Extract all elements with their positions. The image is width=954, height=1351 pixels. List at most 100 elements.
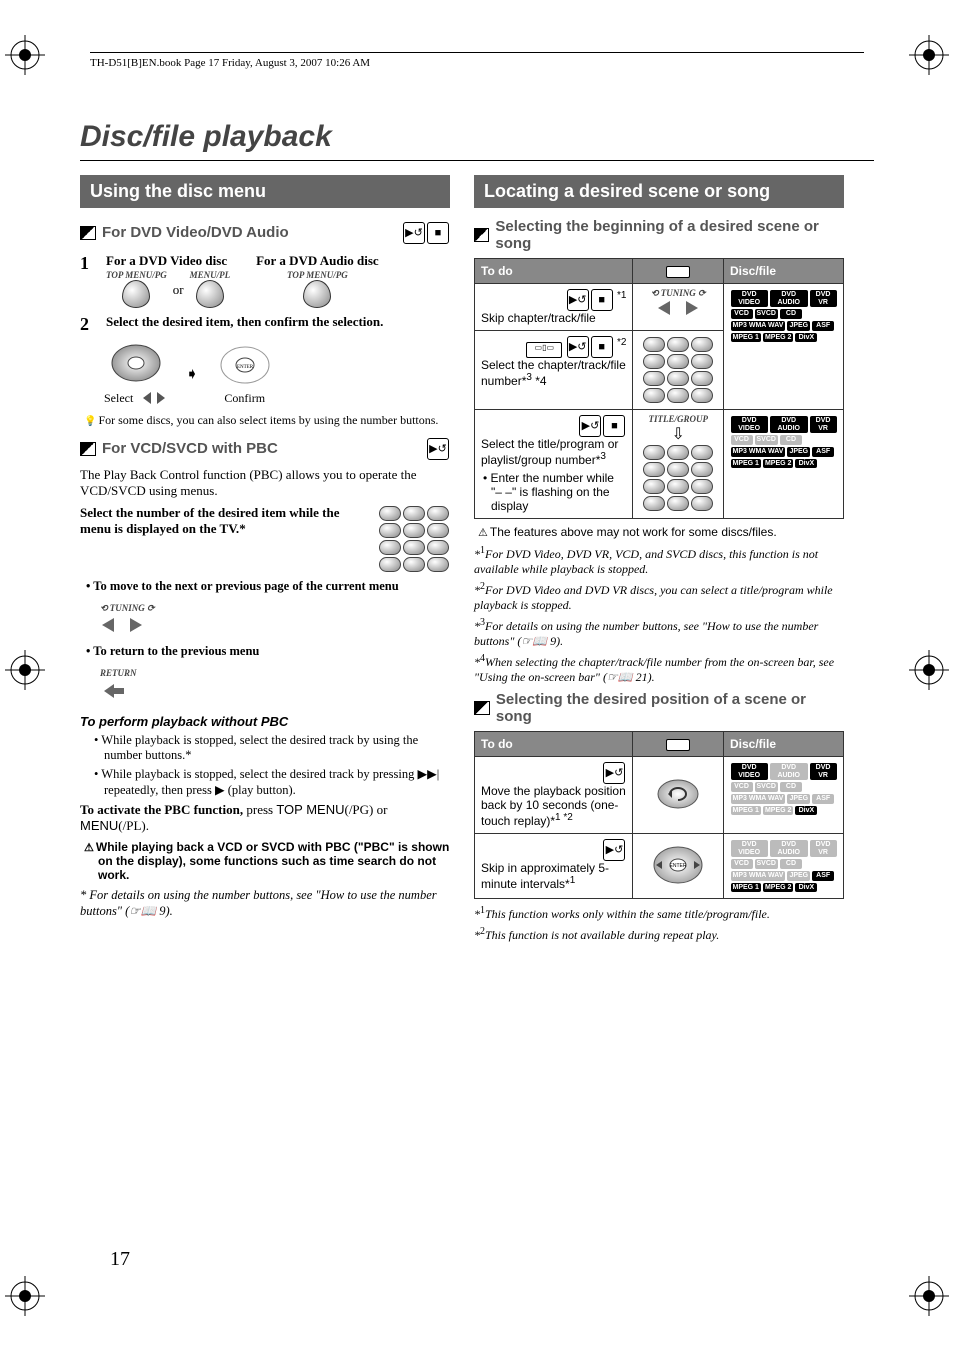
footnote-1: *1For DVD Video, DVD VR, VCD, and SVCD d… bbox=[474, 545, 844, 577]
crop-mark-icon bbox=[909, 650, 949, 690]
th-todo: To do bbox=[475, 259, 633, 284]
r3-bullet: • Enter the number while "– –" is flashi… bbox=[491, 471, 626, 513]
r1-text: Move the playback position back by 10 se… bbox=[481, 784, 626, 828]
select-number-text: Select the number of the desired item wh… bbox=[80, 505, 368, 537]
th-discfile: Disc/file bbox=[724, 259, 844, 284]
footnote-2: *2For DVD Video and DVD VR discs, you ca… bbox=[474, 581, 844, 613]
menu-label: MENU/PL bbox=[190, 271, 231, 280]
footnote-3: *3For details on using the number button… bbox=[474, 617, 844, 649]
right-column: Locating a desired scene or song Selecti… bbox=[474, 175, 844, 947]
play-icon: ▶↺ bbox=[603, 839, 625, 861]
step1-dvd-video-label: For a DVD Video disc bbox=[106, 253, 230, 269]
crop-mark-icon bbox=[909, 35, 949, 75]
crop-mark-icon bbox=[5, 35, 45, 75]
table-select-position: To do ▫▫▫ Disc/file ▶↺ Move the playback… bbox=[474, 731, 844, 899]
cursor-left-right-icon: ENTER bbox=[650, 843, 706, 887]
svg-text:ENTER: ENTER bbox=[670, 863, 687, 869]
play-icon: ▶↺ bbox=[403, 222, 425, 244]
tuning-label: ⟲ TUNING ⟳ bbox=[100, 603, 155, 613]
play-triangle-icon: ▶ bbox=[215, 783, 225, 797]
step2-text: Select the desired item, then confirm th… bbox=[106, 314, 450, 330]
th-todo: To do bbox=[475, 732, 633, 757]
number-buttons-icon bbox=[639, 444, 717, 512]
chapter-title: Disc/file playback bbox=[80, 120, 874, 161]
step-1-number: 1 bbox=[80, 253, 98, 274]
tuning-arrows-icon bbox=[100, 615, 144, 635]
crop-mark-icon bbox=[5, 650, 45, 690]
topmenu-label: TOP MENU/PG bbox=[256, 271, 379, 280]
bullet-return: • To return to the previous menu bbox=[96, 644, 450, 659]
page-ref-icon: ☞📖 bbox=[607, 670, 633, 684]
th-remote: ▫▫▫ bbox=[633, 259, 724, 284]
th-remote: ▫▫▫ bbox=[633, 732, 724, 757]
footnote-number-buttons: * For details on using the number button… bbox=[80, 888, 450, 919]
select-label: Select bbox=[104, 391, 133, 406]
tuning-arrows-icon bbox=[141, 389, 167, 407]
tuning-label: ⟲ TUNING ⟳ bbox=[639, 289, 717, 298]
subheading-select-position: Selecting the desired position of a scen… bbox=[474, 691, 844, 725]
perform-bullet-2: • While playback is stopped, select the … bbox=[104, 766, 450, 798]
play-icon: ▶↺ bbox=[579, 415, 601, 437]
bullet-move-page: • To move to the next or previous page o… bbox=[96, 579, 450, 594]
replay-button-icon bbox=[654, 776, 702, 812]
number-buttons-icon bbox=[639, 336, 717, 404]
caution-pbc: While playing back a VCD or SVCD with PB… bbox=[98, 840, 450, 882]
footnote-4: *4When selecting the chapter/track/file … bbox=[474, 653, 844, 685]
note-number-buttons: For some discs, you can also select item… bbox=[98, 413, 450, 428]
pbc-description: The Play Back Control function (PBC) all… bbox=[80, 467, 450, 499]
title-group-label: TITLE/GROUP bbox=[639, 415, 717, 424]
knob-icon bbox=[303, 280, 331, 308]
subheading-dvd: For DVD Video/DVD Audio bbox=[80, 224, 289, 241]
topmenu-label: TOP MENU/PG bbox=[106, 271, 167, 280]
stop-icon: ■ bbox=[427, 222, 449, 244]
or-label: or bbox=[173, 282, 184, 298]
stop-icon: ■ bbox=[591, 289, 613, 311]
page-number: 17 bbox=[110, 1248, 130, 1271]
perform-pbc-title: To perform playback without PBC bbox=[80, 714, 450, 729]
tuning-arrows-icon bbox=[656, 298, 700, 318]
th-discfile: Disc/file bbox=[724, 732, 844, 757]
page-ref-icon: ☞📖 bbox=[521, 634, 547, 648]
stop-icon: ■ bbox=[591, 336, 613, 358]
perform-bullet-1: • While playback is stopped, select the … bbox=[104, 733, 450, 763]
knob-icon bbox=[122, 280, 150, 308]
arrow-icon: ➧ bbox=[185, 364, 198, 384]
play-icon: ▶↺ bbox=[567, 336, 589, 358]
crop-mark-icon bbox=[909, 1276, 949, 1316]
skip-fwd-icon: ▶▶| bbox=[418, 767, 440, 781]
knob-icon bbox=[196, 280, 224, 308]
play-icon: ▶↺ bbox=[567, 289, 589, 311]
subheading-select-beginning: Selecting the beginning of a desired sce… bbox=[474, 218, 844, 252]
play-icon: ▶↺ bbox=[427, 438, 449, 460]
subheading-vcd-pbc: For VCD/SVCD with PBC bbox=[80, 440, 278, 457]
activate-pbc-text: To activate the PBC function, press TOP … bbox=[80, 802, 450, 834]
play-stop-icons: ▶↺■ bbox=[402, 222, 450, 244]
display-icon: ▭▯▭ bbox=[526, 342, 562, 358]
number-buttons-icon bbox=[378, 505, 450, 573]
left-column: Using the disc menu For DVD Video/DVD Au… bbox=[80, 175, 450, 947]
step-2-number: 2 bbox=[80, 314, 98, 335]
r2-text: Select the chapter/track/file number*3 *… bbox=[481, 358, 626, 388]
cursor-pad-enter-icon: ENTER bbox=[217, 343, 273, 387]
play-icon: ▶↺ bbox=[603, 762, 625, 784]
remote-icon: ▫▫▫ bbox=[666, 739, 690, 751]
r3-text: Select the title/program or playlist/gro… bbox=[481, 437, 618, 467]
r2-text: Skip in approximately 5-minute intervals… bbox=[481, 861, 609, 891]
section-locating: Locating a desired scene or song bbox=[474, 175, 844, 208]
footnote-b1: *1This function works only within the sa… bbox=[474, 905, 844, 922]
cursor-pad-icon bbox=[108, 341, 164, 385]
step1-dvd-audio-label: For a DVD Audio disc bbox=[256, 253, 379, 269]
note-features: The features above may not work for some… bbox=[492, 525, 844, 539]
crop-mark-icon bbox=[5, 1276, 45, 1316]
svg-text:ENTER: ENTER bbox=[237, 365, 254, 370]
page-ref-icon: ☞📖 bbox=[129, 904, 156, 918]
section-using-disc-menu: Using the disc menu bbox=[80, 175, 450, 208]
remote-icon: ▫▫▫ bbox=[666, 266, 690, 278]
r1-text: Skip chapter/track/file bbox=[481, 311, 596, 325]
book-header: TH-D51[B]EN.book Page 17 Friday, August … bbox=[90, 52, 864, 69]
stop-icon: ■ bbox=[603, 415, 625, 437]
table-select-beginning: To do ▫▫▫ Disc/file ▶↺■ *1 Skip chapter/… bbox=[474, 258, 844, 519]
return-label: RETURN bbox=[100, 668, 137, 678]
confirm-label: Confirm bbox=[217, 391, 273, 406]
return-arrow-icon bbox=[100, 680, 130, 702]
